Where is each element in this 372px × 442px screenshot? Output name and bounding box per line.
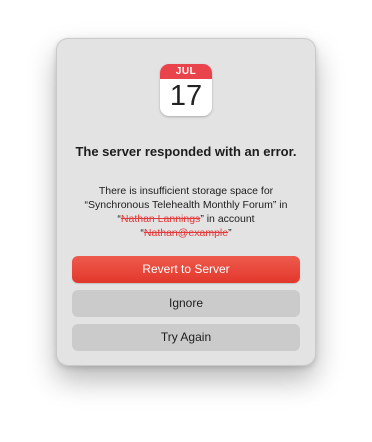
calendar-day: 17 bbox=[169, 80, 203, 112]
calendar-month: JUL bbox=[160, 64, 212, 79]
alert-title: The server responded with an error. bbox=[75, 144, 297, 159]
error-alert-dialog: JUL 17 The server responded with an erro… bbox=[56, 38, 316, 366]
calendar-icon: JUL 17 bbox=[160, 64, 212, 116]
revert-to-server-button[interactable]: Revert to Server bbox=[72, 256, 300, 283]
ignore-button[interactable]: Ignore bbox=[72, 290, 300, 317]
redacted-calendar-name: Nathan Lannings bbox=[120, 213, 201, 225]
alert-message: There is insufficient storage space for … bbox=[71, 184, 301, 240]
redacted-account-name: Nathan@example bbox=[143, 227, 229, 239]
message-text-end: ” bbox=[228, 227, 232, 239]
try-again-button[interactable]: Try Again bbox=[72, 324, 300, 351]
